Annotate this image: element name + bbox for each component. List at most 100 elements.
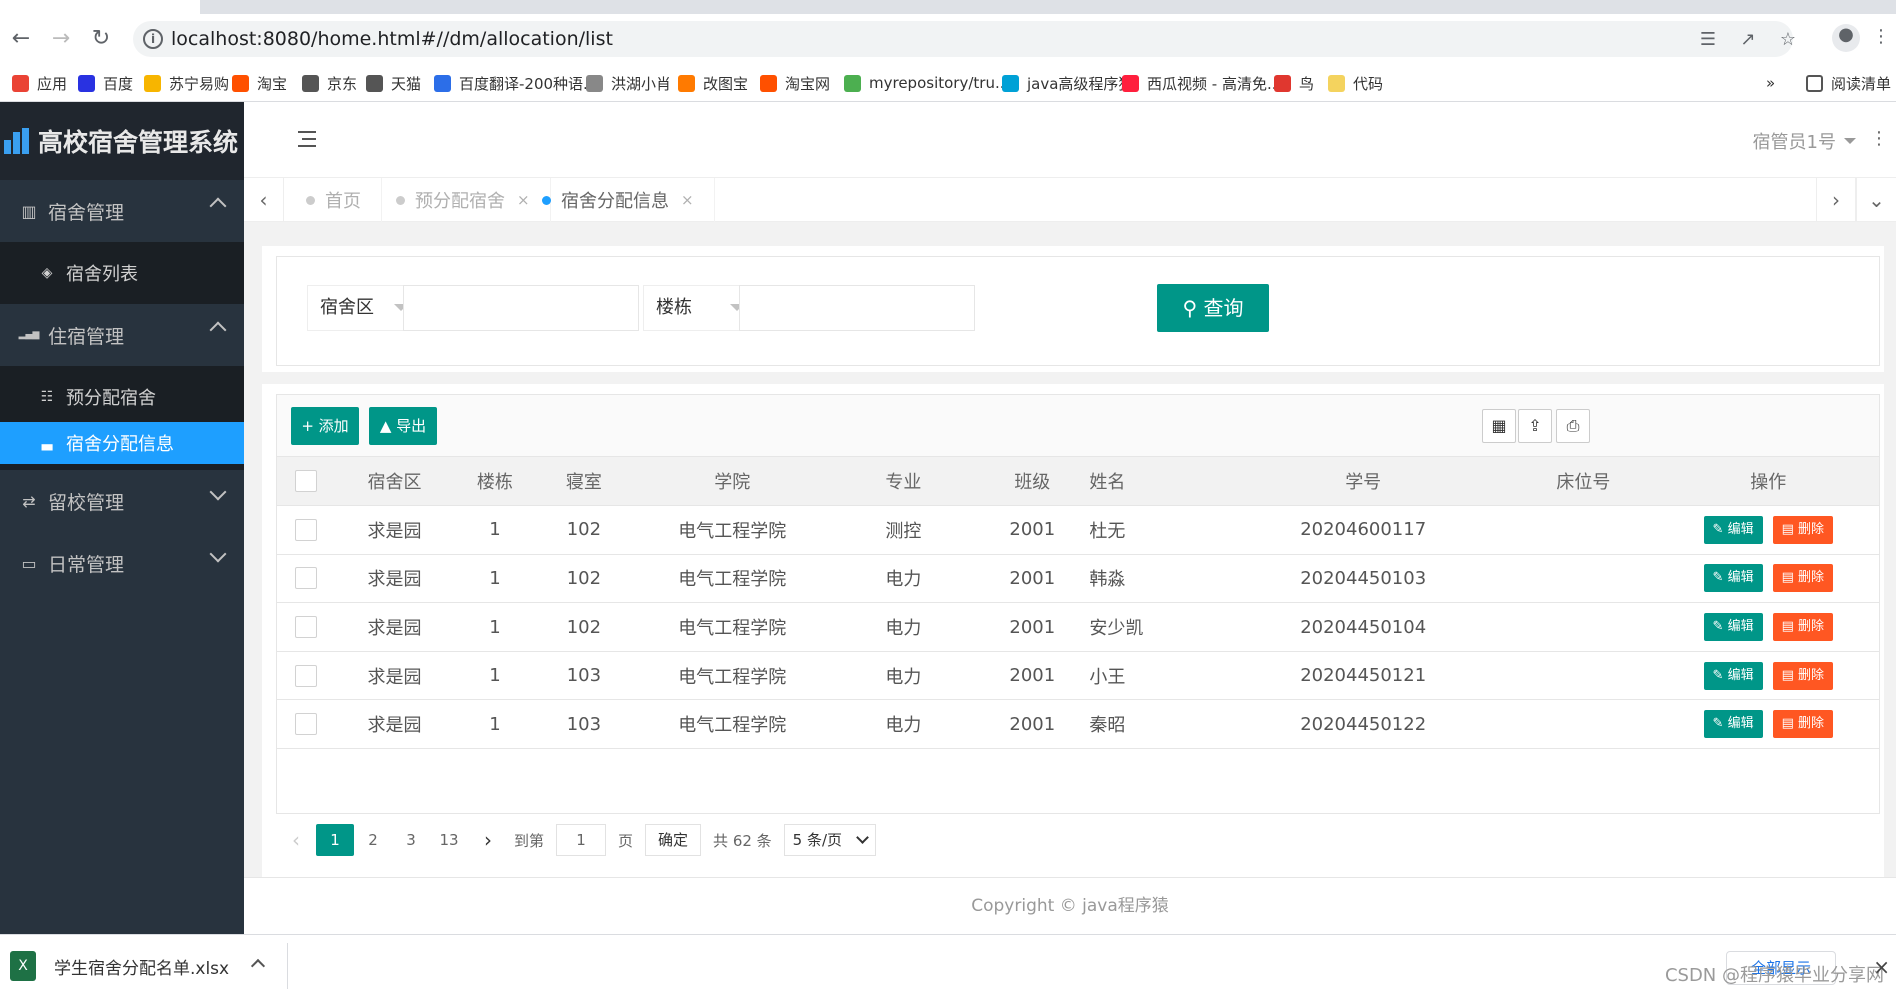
sidebar-item[interactable]: ▃ 宿舍分配信息 xyxy=(0,422,244,464)
bookmark-item[interactable]: myrepository/tru... xyxy=(844,72,1009,94)
tab-close-icon[interactable]: × xyxy=(681,191,694,209)
bookmark-star-icon[interactable]: ☆ xyxy=(1777,29,1799,51)
bookmark-item[interactable]: 代码 xyxy=(1328,72,1383,94)
row-checkbox[interactable] xyxy=(294,518,317,541)
cell-name: 小王 xyxy=(1089,651,1218,701)
bookmark-item[interactable]: 天猫 xyxy=(366,72,421,94)
page-tab[interactable]: 首页 xyxy=(286,178,382,222)
cell-bed xyxy=(1509,602,1658,652)
cell-college: 电气工程学院 xyxy=(632,699,832,750)
sidebar-group-1[interactable]: ▂▄▆ 住宿管理 xyxy=(0,304,244,366)
reading-list[interactable]: 阅读清单 xyxy=(1806,72,1891,94)
sidebar-group-2[interactable]: ⇄ 留校管理 xyxy=(0,470,244,532)
building-input[interactable] xyxy=(739,285,975,331)
delete-button[interactable]: ▤ 删除 xyxy=(1772,564,1834,593)
column-header: 姓名 xyxy=(1089,457,1218,507)
bookmarks-overflow-icon[interactable]: » xyxy=(1766,72,1775,94)
edit-button[interactable]: ✎ 编辑 xyxy=(1703,613,1763,642)
delete-button[interactable]: ▤ 删除 xyxy=(1772,613,1834,642)
page-tab[interactable]: 宿舍分配信息 × xyxy=(522,178,715,222)
bookmark-item[interactable]: 西瓜视频 - 高清免... xyxy=(1122,72,1281,94)
bookmark-label: 应用 xyxy=(37,74,68,93)
browser-tab[interactable] xyxy=(0,0,200,14)
profile-avatar-icon[interactable]: ● xyxy=(1832,24,1860,52)
export-table-icon[interactable]: ⇪ xyxy=(1518,409,1552,443)
reload-icon[interactable]: ↻ xyxy=(86,24,116,54)
page-number[interactable]: 3 xyxy=(392,824,430,856)
forward-icon[interactable]: → xyxy=(46,24,76,54)
table-panel: + 添加 ▲ 导出 ▦ ⇪ ⎙ 宿舍区 楼栋 寝室 学院 专业 班级 姓名 学号 床位号 操作 求… xyxy=(262,384,1884,878)
row-checkbox[interactable] xyxy=(294,664,317,687)
goto-page-input[interactable]: 1 xyxy=(556,824,607,856)
page-size-select[interactable]: 5 条/页 xyxy=(783,824,876,856)
close-icon[interactable]: × xyxy=(1873,955,1890,979)
share-icon[interactable]: ↗ xyxy=(1737,29,1759,51)
bookmark-favicon-icon xyxy=(1328,74,1345,92)
query-button-label: 查询 xyxy=(1203,296,1244,320)
bookmark-item[interactable]: 鸟 xyxy=(1274,72,1314,94)
export-button-label: 导出 xyxy=(396,417,427,435)
table-row: 求是园 1 102 电气工程学院 电力 2001 安少凯 20204450104 ✎ 编辑 ▤ 删… xyxy=(277,602,1879,652)
row-checkbox[interactable] xyxy=(294,567,317,590)
bookmark-item[interactable]: 洪湖小肖 xyxy=(586,72,671,94)
bookmark-item[interactable]: 百度 xyxy=(78,72,133,94)
edit-button[interactable]: ✎ 编辑 xyxy=(1703,564,1763,593)
chevron-up-icon[interactable] xyxy=(250,958,266,974)
chevron-down-icon xyxy=(209,483,227,501)
delete-button[interactable]: ▤ 删除 xyxy=(1772,710,1834,739)
bookmark-item[interactable]: 淘宝网 xyxy=(760,72,830,94)
delete-button[interactable]: ▤ 删除 xyxy=(1772,661,1834,690)
row-checkbox[interactable] xyxy=(294,713,317,736)
query-button[interactable]: ⚲ 查询 xyxy=(1157,284,1269,332)
next-page-icon[interactable]: › xyxy=(468,824,508,856)
page-tab-label: 预分配宿舍 xyxy=(415,191,505,212)
bookmark-item[interactable]: 应用 xyxy=(12,72,67,94)
page-number[interactable]: 13 xyxy=(430,824,468,856)
sidebar-item[interactable]: ☷ 预分配宿舍 xyxy=(0,372,244,422)
search-panel: 宿舍区 楼栋 ⚲ 查询 xyxy=(262,246,1884,372)
edit-button[interactable]: ✎ 编辑 xyxy=(1703,710,1763,739)
tabs-scroll-right-icon[interactable]: › xyxy=(1816,178,1856,222)
download-item[interactable]: X 学生宿舍分配名单.xlsx xyxy=(10,943,288,989)
chevron-down-icon xyxy=(855,831,869,844)
bookmark-item[interactable]: 京东 xyxy=(302,72,357,94)
tabs-menu-icon[interactable]: ⌄ xyxy=(1856,178,1896,222)
bookmark-item[interactable]: 百度翻译-200种语... xyxy=(434,72,597,94)
sidebar-item[interactable]: ◈ 宿舍列表 xyxy=(0,248,244,298)
bookmark-item[interactable]: 淘宝 xyxy=(232,72,287,94)
site-info-icon[interactable]: i xyxy=(143,29,163,49)
columns-filter-icon[interactable]: ▦ xyxy=(1482,409,1516,443)
sidebar-group-3[interactable]: ▭ 日常管理 xyxy=(0,532,244,594)
edit-button[interactable]: ✎ 编辑 xyxy=(1703,661,1763,690)
bookmark-item[interactable]: java高级程序猿 xyxy=(1002,72,1133,94)
more-options-icon[interactable]: ⋮ xyxy=(1870,128,1888,149)
add-button[interactable]: + 添加 xyxy=(291,407,359,445)
back-icon[interactable]: ← xyxy=(6,24,36,54)
prev-page-icon[interactable]: ‹ xyxy=(276,824,316,856)
select-all-checkbox[interactable] xyxy=(294,470,317,493)
bookmark-item[interactable]: 苏宁易购 xyxy=(144,72,229,94)
delete-button[interactable]: ▤ 删除 xyxy=(1772,515,1834,544)
goto-confirm-button[interactable]: 确定 xyxy=(645,824,702,856)
column-header: 操作 xyxy=(1657,457,1879,507)
page-number[interactable]: 1 xyxy=(316,824,354,856)
page-number[interactable]: 2 xyxy=(354,824,392,856)
table-toolbar: + 添加 ▲ 导出 ▦ ⇪ ⎙ xyxy=(277,395,1879,457)
edit-button[interactable]: ✎ 编辑 xyxy=(1703,515,1763,544)
cell-room: 103 xyxy=(534,699,633,750)
export-button[interactable]: ▲ 导出 xyxy=(369,407,437,445)
address-bar[interactable]: i localhost:8080/home.html#//dm/allocati… xyxy=(133,21,1796,57)
bookmark-item[interactable]: 改图宝 xyxy=(678,72,748,94)
browser-menu-icon[interactable]: ⋮ xyxy=(1870,26,1892,48)
user-menu[interactable]: 宿管员1号 xyxy=(1753,128,1856,154)
area-input[interactable] xyxy=(403,285,639,331)
sidebar-toggle-icon[interactable] xyxy=(298,130,320,148)
translate-icon[interactable]: ☰ xyxy=(1697,29,1719,51)
signal-icon: ▂▄▆ xyxy=(18,330,40,340)
bookmark-favicon-icon xyxy=(586,74,603,92)
row-checkbox[interactable] xyxy=(294,616,317,639)
tabs-scroll-left-icon[interactable]: ‹ xyxy=(244,178,284,222)
sidebar-group-0[interactable]: ▥ 宿舍管理 xyxy=(0,180,244,242)
address-url[interactable]: localhost:8080/home.html#//dm/allocation… xyxy=(171,28,613,50)
print-icon[interactable]: ⎙ xyxy=(1556,409,1590,443)
